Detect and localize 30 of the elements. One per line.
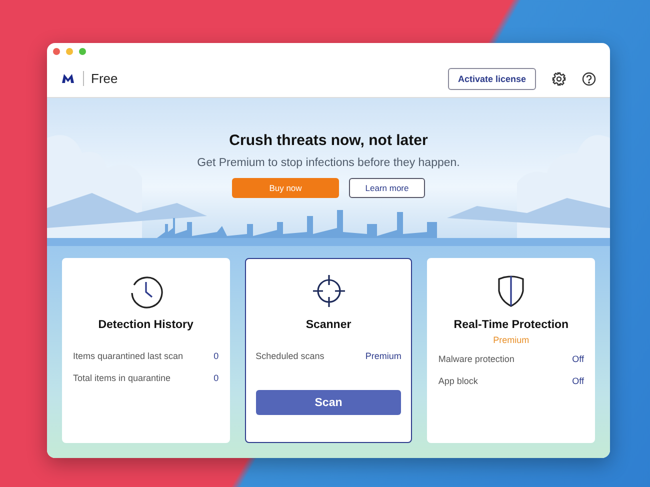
help-icon[interactable] xyxy=(582,72,596,86)
banner-subtitle: Get Premium to stop infections before they happen. xyxy=(197,157,460,169)
row-value: 0 xyxy=(214,351,219,361)
card-title: Detection History xyxy=(98,319,194,331)
row-value: Off xyxy=(572,354,584,364)
feature-card[interactable]: Real-Time Protection Premium Malware protection Off App block Off xyxy=(427,258,596,443)
row-value: Premium xyxy=(365,351,402,361)
maximize-button[interactable] xyxy=(79,48,86,55)
minimize-button[interactable] xyxy=(66,48,73,55)
row-label: App block xyxy=(438,376,478,386)
feature-card[interactable]: Detection History Items quarantined last scan 0 Total items in quarantine 0 xyxy=(62,258,230,443)
feature-card[interactable]: Scanner Scheduled scans Premium Scan xyxy=(244,258,412,443)
row-label: Scheduled scans xyxy=(256,351,324,361)
close-button[interactable] xyxy=(53,48,60,55)
logo-icon xyxy=(61,73,75,84)
learn-more-button[interactable]: Learn more xyxy=(349,178,425,198)
edition-label: Free xyxy=(83,71,118,86)
card-title: Scanner xyxy=(306,319,352,331)
row-label: Malware protection xyxy=(438,354,514,364)
card-title: Real-Time Protection xyxy=(454,319,569,331)
settings-icon[interactable] xyxy=(552,72,566,86)
card-subtitle: Premium xyxy=(493,335,530,345)
row-label: Items quarantined last scan xyxy=(73,351,184,361)
scan-button[interactable]: Scan xyxy=(256,390,402,415)
row-value: Off xyxy=(572,376,584,386)
row-value: 0 xyxy=(214,373,219,383)
banner-title: Crush threats now, not later xyxy=(229,132,428,149)
activate-license-button[interactable]: Activate license xyxy=(448,68,536,90)
row-label: Total items in quarantine xyxy=(73,373,171,383)
crosshair-icon xyxy=(310,273,346,309)
